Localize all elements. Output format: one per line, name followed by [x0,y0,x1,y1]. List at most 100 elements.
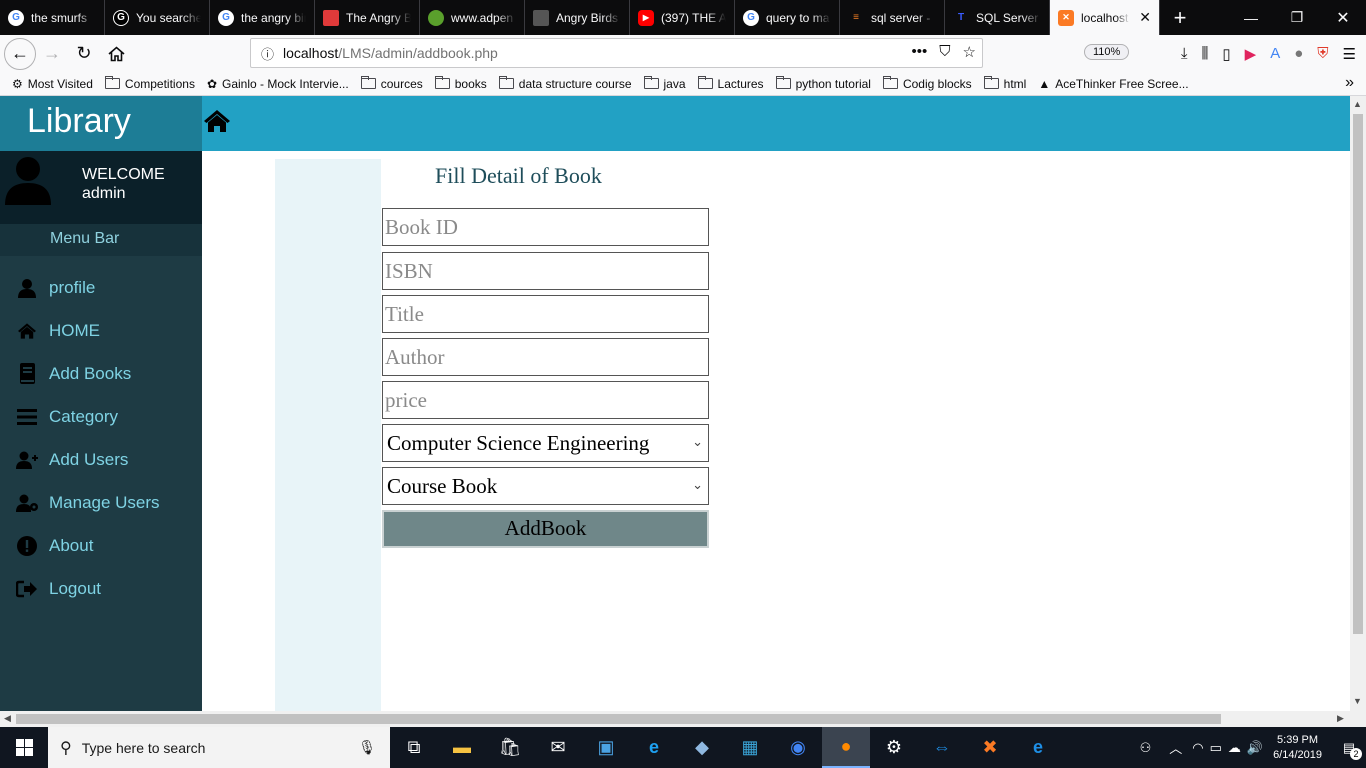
t-icon: T [957,12,965,23]
pocket-icon[interactable]: ⛉ [939,43,950,61]
chevron-right-icon[interactable]: » [1345,74,1354,92]
chrome-icon[interactable]: ◉ [774,727,822,768]
bookmark-folder[interactable]: cources [360,76,423,91]
clock[interactable]: 5:39 PM 6/14/2019 [1273,733,1322,763]
notification-center[interactable]: ▤ 2 [1332,727,1366,768]
zoom-indicator[interactable]: 110% [1084,44,1130,60]
download-icon[interactable]: ⤓ [1181,45,1188,62]
scroll-left-icon[interactable]: ◀ [4,713,11,724]
browser-tab[interactable]: Gthe angry birds [210,0,315,35]
task-view-icon[interactable]: ⧉ [390,727,438,768]
bookmark-folder[interactable]: Competitions [104,76,195,91]
extension-icon[interactable]: ▶ [1245,45,1257,63]
bookmark-folder[interactable]: python tutorial [775,76,871,91]
sidebar-item-home[interactable]: HOME [0,309,202,352]
title-input[interactable] [382,295,709,333]
browser-tab[interactable]: ≡ sql server - [840,0,945,35]
isbn-input[interactable] [382,252,709,290]
firefox-icon[interactable]: ● [822,727,870,768]
bookmark-item[interactable]: ▲ AceThinker Free Scree... [1038,77,1188,91]
extension-icon[interactable]: ● [1294,45,1303,62]
category-select[interactable]: Computer Science Engineering ⌄ [382,424,709,462]
mail-icon[interactable]: ✉ [534,727,582,768]
scroll-down-icon[interactable]: ▼ [1353,696,1362,706]
teamviewer-icon[interactable]: ⇔ [918,727,966,768]
start-button[interactable] [0,727,48,768]
close-window-icon[interactable]: ✕ [1320,0,1366,35]
reload-button[interactable]: ↻ [68,38,100,70]
home-button[interactable] [100,38,132,70]
close-tab-icon[interactable]: ✕ [1139,9,1151,26]
bookmark-folder[interactable]: books [434,76,487,91]
teamviewer-meeting-icon[interactable]: ▦ [726,727,774,768]
book-type-select[interactable]: Course Book ⌄ [382,467,709,505]
back-button[interactable]: ← [4,37,36,70]
sidebar-item-about[interactable]: About [0,524,202,567]
browser-tab-active[interactable]: ✕ localhost ✕ [1050,0,1160,35]
xampp-icon[interactable]: ✖ [966,727,1014,768]
vertical-scrollbar[interactable]: ▲ ▼ [1350,96,1366,711]
sidebar-item-add-books[interactable]: Add Books [0,352,202,395]
scroll-up-icon[interactable]: ▲ [1353,99,1362,109]
internet-explorer-icon[interactable]: e [630,727,678,768]
home-icon[interactable] [202,108,232,134]
bookmark-star-icon[interactable]: ☆ [963,43,976,61]
sidebar-item-category[interactable]: Category [0,395,202,438]
bookmark-folder[interactable]: Codig blocks [882,76,972,91]
scroll-thumb[interactable] [16,714,1221,724]
price-input[interactable] [382,381,709,419]
horizontal-scrollbar[interactable]: ◀ ▶ [0,711,1350,727]
cloud-icon[interactable]: ☁ [1228,740,1241,756]
brand-title[interactable]: Library [0,96,202,151]
sidebar-icon[interactable]: ▯ [1222,45,1230,63]
add-book-button[interactable]: AddBook [382,510,709,548]
forward-button[interactable]: → [36,38,68,70]
bookmark-folder[interactable]: Lactures [697,76,764,91]
menu-icon[interactable]: ☰ [1343,45,1356,63]
bookmark-folder[interactable]: html [983,76,1026,91]
bookmark-item[interactable]: ✿ Gainlo - Mock Intervie... [207,77,349,91]
network-app-icon[interactable]: ▣ [582,727,630,768]
people-icon[interactable]: ⚇ [1140,740,1152,756]
sidebar-item-profile[interactable]: profile [0,266,202,309]
edge-icon[interactable]: e [1014,727,1062,768]
more-actions-icon[interactable]: ••• [912,43,928,61]
book-id-input[interactable] [382,208,709,246]
browser-tab[interactable]: GYou searched [105,0,210,35]
store-icon[interactable]: 🛍 [486,727,534,768]
sidebar-item-add-users[interactable]: Add Users [0,438,202,481]
clapper-icon [533,9,549,26]
sidebar-item-logout[interactable]: Logout [0,567,202,610]
scroll-right-icon[interactable]: ▶ [1337,713,1344,724]
shield-icon[interactable]: ⛨ [1317,45,1328,62]
taskbar-search[interactable]: ⚲ Type here to search 🎙 [48,727,390,768]
browser-tab[interactable]: The Angry Birds [315,0,420,35]
battery-icon[interactable]: ▭ [1210,740,1222,756]
bookmark-folder[interactable]: data structure course [498,76,632,91]
browser-tab[interactable]: www.adpen [420,0,525,35]
bookmark-item[interactable]: ⚙ Most Visited [12,77,93,91]
browser-tab[interactable]: Gthe smurfs [0,0,105,35]
translate-icon[interactable]: A [1270,45,1280,62]
scroll-thumb[interactable] [1353,114,1363,634]
author-input[interactable] [382,338,709,376]
microphone-icon[interactable]: 🎙 [358,739,376,756]
minimize-icon[interactable]: — [1228,0,1274,35]
file-explorer-icon[interactable]: ▬ [438,727,486,768]
new-tab-button[interactable]: + [1160,0,1200,35]
virtualbox-icon[interactable]: ◆ [678,727,726,768]
volume-icon[interactable]: 🔊 [1247,740,1263,756]
sidebar-item-manage-users[interactable]: Manage Users [0,481,202,524]
settings-icon[interactable]: ⚙ [870,727,918,768]
info-icon[interactable]: ⓘ [261,44,283,63]
browser-tab[interactable]: ▶ (397) THE A [630,0,735,35]
library-icon[interactable]: ⫼ [1201,45,1208,62]
wifi-icon[interactable]: ◠ [1192,740,1203,756]
chevron-up-icon[interactable]: ︿ [1169,738,1182,757]
bookmark-folder[interactable]: java [643,76,686,91]
restore-icon[interactable]: ❐ [1274,0,1320,35]
browser-tab[interactable]: T SQL Server [945,0,1050,35]
browser-tab[interactable]: Gquery to ma [735,0,840,35]
url-bar[interactable]: ⓘ localhost/LMS/admin/addbook.php 110% •… [250,38,1130,68]
browser-tab[interactable]: Angry Birds [525,0,630,35]
